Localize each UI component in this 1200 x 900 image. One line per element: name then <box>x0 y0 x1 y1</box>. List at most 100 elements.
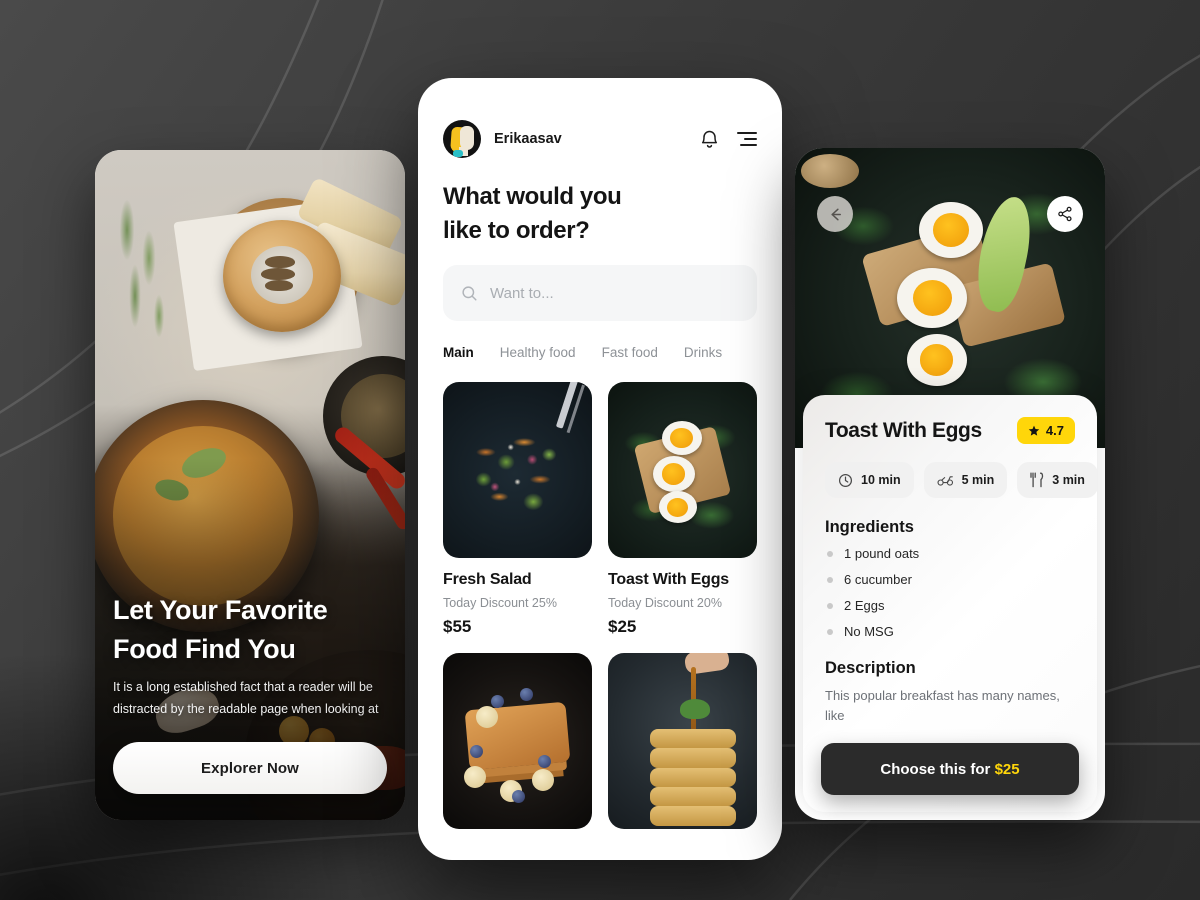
blueberry <box>469 744 483 758</box>
star-icon <box>1028 425 1040 436</box>
food-card-price: $25 <box>608 617 637 637</box>
menu-line <box>737 132 757 135</box>
header-actions <box>700 129 757 150</box>
mint-garnish <box>679 698 710 719</box>
home-header: Erikaasav <box>418 78 782 158</box>
detail-title-row: Toast With Eggs 4.7 <box>825 417 1075 444</box>
rating-value: 4.7 <box>1045 423 1064 438</box>
detail-info-card: Toast With Eggs 4.7 10 min 5 min 3 min I… <box>803 395 1098 812</box>
avatar[interactable] <box>443 120 481 158</box>
food-card-toast-with-eggs[interactable]: Toast With Eggs Today Discount 20% $25 <box>608 382 757 637</box>
page-title-line-2: like to order? <box>443 217 590 245</box>
food-detail-screen: Toast With Eggs 4.7 10 min 5 min 3 min I… <box>795 148 1105 820</box>
ingredient-item: 2 Eggs <box>825 598 1075 613</box>
page-title-line-1: What would you <box>443 183 622 210</box>
search-bar[interactable] <box>443 265 757 322</box>
pancake-layer <box>649 728 737 749</box>
fork-utensil <box>555 382 580 429</box>
username-label: Erikaasav <box>494 131 562 147</box>
back-arrow-icon <box>830 208 841 220</box>
onboarding-description: It is a long established fact that a rea… <box>113 680 379 716</box>
banana-slice <box>463 765 486 788</box>
egg-slice <box>661 420 702 455</box>
notification-bell-button[interactable] <box>700 129 719 150</box>
choose-button-amount: $25 <box>994 760 1020 778</box>
pancakes-image[interactable] <box>608 653 757 830</box>
tab-healthy-food[interactable]: Healthy food <box>500 345 576 360</box>
ingredient-item: No MSG <box>825 624 1075 639</box>
egg-slice <box>919 202 983 258</box>
food-card-pancakes[interactable] <box>608 653 757 830</box>
page-title: What would you like to order? <box>443 180 757 248</box>
bell-icon <box>701 130 718 148</box>
food-card-fresh-salad[interactable]: Fresh Salad Today Discount 25% $55 <box>443 382 592 637</box>
clock-icon <box>838 473 853 487</box>
pancake-layer <box>649 806 737 826</box>
egg-slice <box>652 456 695 493</box>
bread-crumb <box>801 154 860 188</box>
food-card-price: $55 <box>443 617 472 637</box>
chip-label: 5 min <box>961 473 995 487</box>
home-body: What would you like to order? Main Healt… <box>418 180 782 830</box>
search-input[interactable] <box>490 284 739 302</box>
onboarding-title: Let Your Favorite Food Find You <box>113 591 387 669</box>
ingredients-list: 1 pound oats 6 cucumber 2 Eggs No MSG <box>825 546 1075 639</box>
share-button[interactable] <box>1047 196 1083 232</box>
ingredient-item: 1 pound oats <box>825 546 1075 561</box>
detail-meta-chips: 10 min 5 min 3 min <box>825 462 1098 498</box>
food-card-title: Toast With Eggs <box>608 571 730 589</box>
food-card-title: Fresh Salad <box>443 571 532 589</box>
description-heading: Description <box>825 659 916 677</box>
banana-slice <box>475 705 498 728</box>
choose-this-button[interactable]: Choose this for $25 <box>821 743 1079 795</box>
onboarding-content: Let Your Favorite Food Find You It is a … <box>95 591 405 820</box>
ingredients-heading: Ingredients <box>825 518 914 536</box>
explorer-now-button[interactable]: Explorer Now <box>113 742 387 794</box>
app-mockup-scene: Let Your Favorite Food Find You It is a … <box>0 0 1200 900</box>
share-icon <box>1058 206 1072 222</box>
chip-serving-time: 3 min <box>1017 462 1098 498</box>
scooter-icon <box>937 476 953 486</box>
blueberry <box>520 688 534 702</box>
egg-slice <box>906 334 967 386</box>
menu-line <box>744 138 757 140</box>
back-button[interactable] <box>817 196 853 232</box>
menu-line <box>740 143 757 146</box>
cutlery-icon <box>1030 472 1044 488</box>
blueberry <box>538 755 552 769</box>
banana-slice <box>532 769 555 792</box>
description-text: This popular breakfast has many names, l… <box>825 688 1060 723</box>
category-tabs: Main Healthy food Fast food Drinks <box>443 345 757 360</box>
detail-title: Toast With Eggs <box>825 418 982 442</box>
blueberry <box>511 790 525 804</box>
pancake-layer <box>649 767 737 787</box>
onboarding-screen: Let Your Favorite Food Find You It is a … <box>95 150 405 820</box>
egg-slice <box>658 491 697 524</box>
food-grid: Fresh Salad Today Discount 25% $55 Toast… <box>443 382 757 830</box>
food-card-french-toast[interactable] <box>443 653 592 830</box>
onboarding-title-line-2: Food Find You <box>113 633 296 664</box>
tab-drinks[interactable]: Drinks <box>684 345 722 360</box>
ingredient-item: 6 cucumber <box>825 572 1075 587</box>
onboarding-title-line-1: Let Your Favorite <box>113 594 328 625</box>
chip-label: 3 min <box>1052 473 1085 487</box>
french-toast-image[interactable] <box>443 653 592 830</box>
choose-button-label: Choose this for <box>880 760 995 778</box>
toast-with-eggs-image[interactable] <box>608 382 757 559</box>
chip-prep-time: 10 min <box>825 462 914 498</box>
chip-delivery-time: 5 min <box>923 462 1008 498</box>
search-icon <box>462 286 477 301</box>
avatar-collar <box>453 150 463 157</box>
hamburger-menu-button[interactable] <box>737 132 757 146</box>
tab-fast-food[interactable]: Fast food <box>602 345 658 360</box>
rating-badge: 4.7 <box>1016 417 1075 444</box>
blueberry <box>490 695 504 709</box>
fresh-salad-image[interactable] <box>443 382 592 559</box>
home-screen: Erikaasav What would you like to order? … <box>418 78 782 860</box>
pancake-layer <box>649 786 737 807</box>
tab-main[interactable]: Main <box>443 345 474 360</box>
food-card-discount: Today Discount 20% <box>608 596 722 611</box>
food-card-discount: Today Discount 25% <box>443 596 557 611</box>
pancake-layer <box>649 748 737 768</box>
egg-slice <box>897 268 968 328</box>
